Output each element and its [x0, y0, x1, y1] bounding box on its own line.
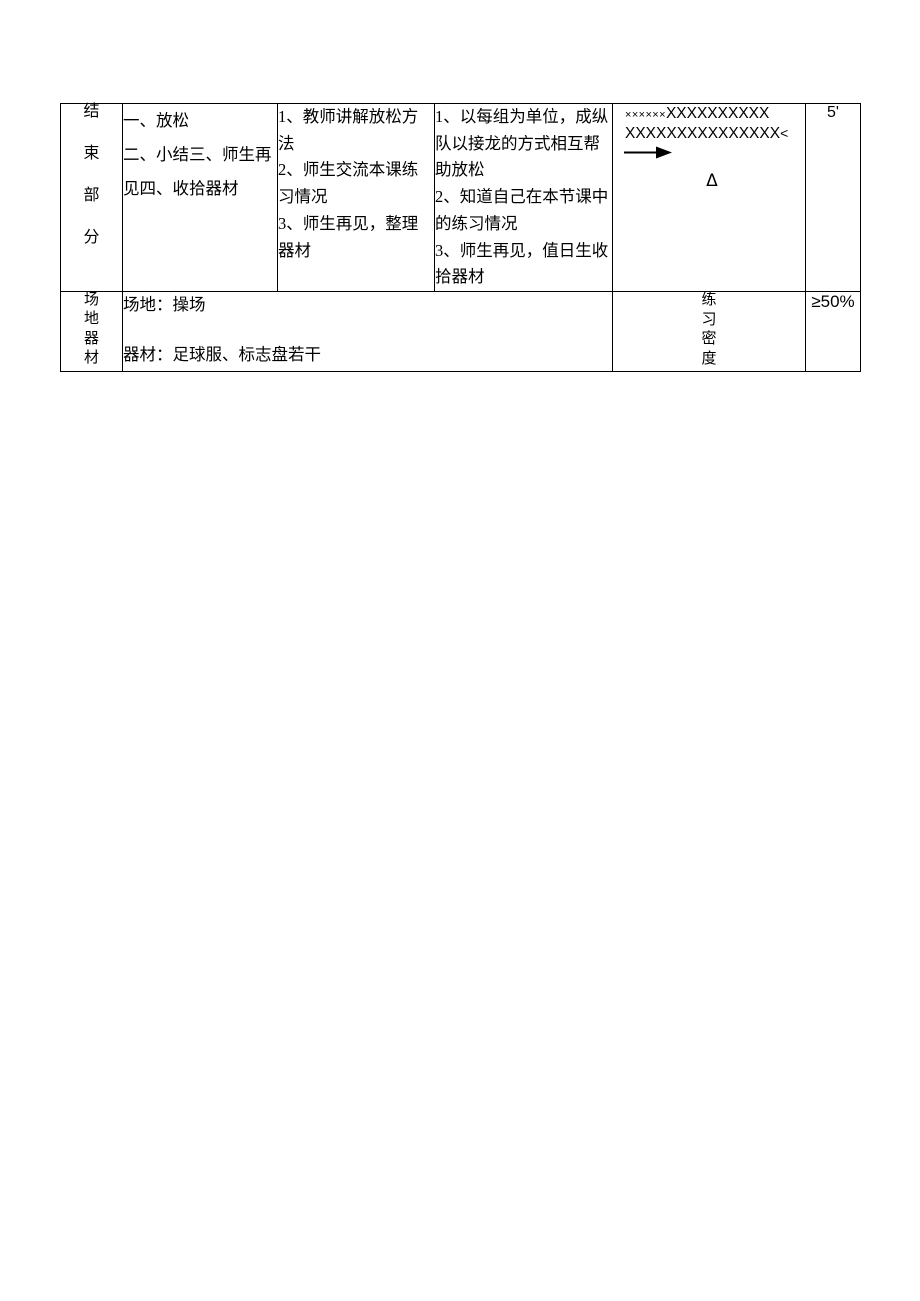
stage-label-char-2: 束 [83, 145, 100, 162]
teacher-line-1: 1、教师讲解放松方 [278, 107, 419, 126]
cell-teacher-activity: 1、教师讲解放松方 法 2、师生交流本课练 习情况 3、师生再见，整理 器材 [277, 102, 435, 293]
lesson-plan-table: 结 束 部 分 一、放松 二、小结三、师生再 见四、收拾器材 1、教师讲解放松方… [60, 102, 861, 372]
formation-big-x-group-1: XXXXXXXXXX [665, 105, 770, 122]
document-page: 结 束 部 分 一、放松 二、小结三、师生再 见四、收拾器材 1、教师讲解放松方… [0, 0, 920, 1301]
cell-student-activity: 1、以每组为单位，成纵 队以接龙的方式相互帮 助放松 2、知道自己在本节课中 的… [434, 102, 613, 293]
equipment-line: 器材：足球服、标志盘若干 [123, 345, 321, 365]
formation-big-x-group-2: XXXXXXXXXXXXXXX [625, 125, 781, 143]
right-arrow-icon [613, 146, 805, 162]
formation-row-1: ××××××XXXXXXXXXX [613, 104, 805, 124]
teacher-line-2: 法 [278, 133, 295, 153]
formation-small-x-group: ×××××× [625, 109, 666, 121]
formation-caret-mark: < [780, 125, 789, 142]
cell-stage-label: 结 束 部 分 [60, 102, 123, 293]
teacher-line-5: 3、师生再见，整理 [278, 213, 419, 233]
teacher-line-3: 2、师生交流本课练 [278, 160, 419, 180]
cell-density-value: ≥50% [805, 291, 861, 372]
student-line-7: 拾器材 [435, 267, 485, 287]
venue-label-char-4: 材 [83, 349, 99, 366]
venue-label-char-2: 地 [83, 311, 99, 328]
cell-venue-equipment-detail: 场地：操场 器材：足球服、标志盘若干 [122, 291, 613, 372]
density-label-char-4: 度 [701, 351, 717, 368]
formation-row-2: XXXXXXXXXXXXXXX< [613, 124, 805, 144]
teacher-line-4: 习情况 [278, 187, 328, 207]
student-line-5: 的练习情况 [435, 213, 518, 233]
teacher-position-triangle-icon: Δ [706, 170, 718, 191]
density-label-char-1: 练 [701, 292, 717, 309]
stage-label-char-3: 部 [83, 187, 100, 204]
content-line-1: 一、放松 [123, 111, 189, 130]
density-label-char-2: 习 [701, 311, 717, 328]
student-line-4: 2、知道自己在本节课中 [435, 187, 609, 207]
cell-venue-label: 场 地 器 材 [60, 291, 123, 372]
stage-label-char-1: 结 [83, 103, 100, 120]
student-line-3: 助放松 [435, 160, 485, 180]
content-line-2: 二、小结三、师生再 [123, 144, 272, 164]
student-line-1: 1、以每组为单位，成纵 [435, 107, 609, 126]
table-row-closing-part: 结 束 部 分 一、放松 二、小结三、师生再 见四、收拾器材 1、教师讲解放松方… [60, 102, 861, 293]
venue-label-char-3: 器 [83, 330, 99, 347]
cell-lesson-content: 一、放松 二、小结三、师生再 见四、收拾器材 [122, 102, 278, 293]
stage-label-char-4: 分 [83, 229, 100, 246]
cell-duration: 5' [805, 102, 861, 293]
content-line-3: 见四、收拾器材 [123, 178, 239, 198]
table-row-venue-equipment: 场 地 器 材 场地：操场 器材：足球服、标志盘若干 练 习 密 度 ≥50% [60, 291, 861, 372]
cell-formation-diagram: ××××××XXXXXXXXXX XXXXXXXXXXXXXXX< Δ [612, 102, 806, 293]
venue-label-char-1: 场 [83, 292, 99, 309]
student-line-2: 队以接龙的方式相互帮 [435, 133, 600, 153]
cell-density-label: 练 习 密 度 [612, 291, 806, 372]
density-label-char-3: 密 [701, 331, 717, 348]
teacher-line-6: 器材 [278, 240, 311, 260]
student-line-6: 3、师生再见，值日生收 [435, 240, 609, 260]
venue-line: 场地：操场 [123, 295, 206, 315]
